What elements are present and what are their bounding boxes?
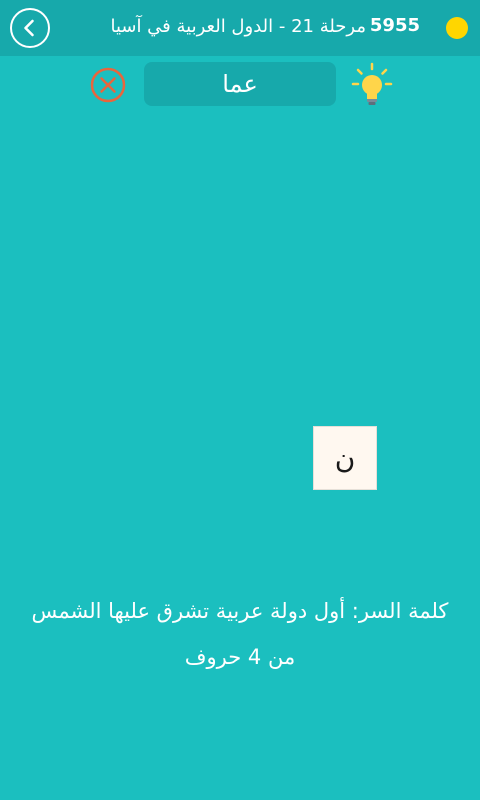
coin-icon xyxy=(446,17,468,39)
back-button[interactable] xyxy=(10,8,50,48)
coin-count: 5955 xyxy=(369,15,420,36)
letter-tile[interactable]: ن xyxy=(313,426,377,490)
hint-button[interactable] xyxy=(350,62,394,108)
clue-length: من 4 حروف xyxy=(184,645,296,669)
close-circle-icon xyxy=(90,67,126,103)
clue-line: كلمة السر: أول دولة عربية تشرق عليها الش… xyxy=(31,599,449,623)
chevron-left-icon xyxy=(24,19,34,37)
clue-text: كلمة السر: أول دولة عربية تشرق عليها الش… xyxy=(0,588,480,680)
level-title: مرحلة 21 - الدول العربية في آسيا xyxy=(110,16,366,37)
clear-answer-button[interactable] xyxy=(89,66,127,104)
answer-field[interactable]: عما xyxy=(144,62,336,106)
lightbulb-icon xyxy=(351,62,393,105)
top-bar: مرحلة 21 - الدول العربية في آسيا 5955 xyxy=(0,0,480,56)
